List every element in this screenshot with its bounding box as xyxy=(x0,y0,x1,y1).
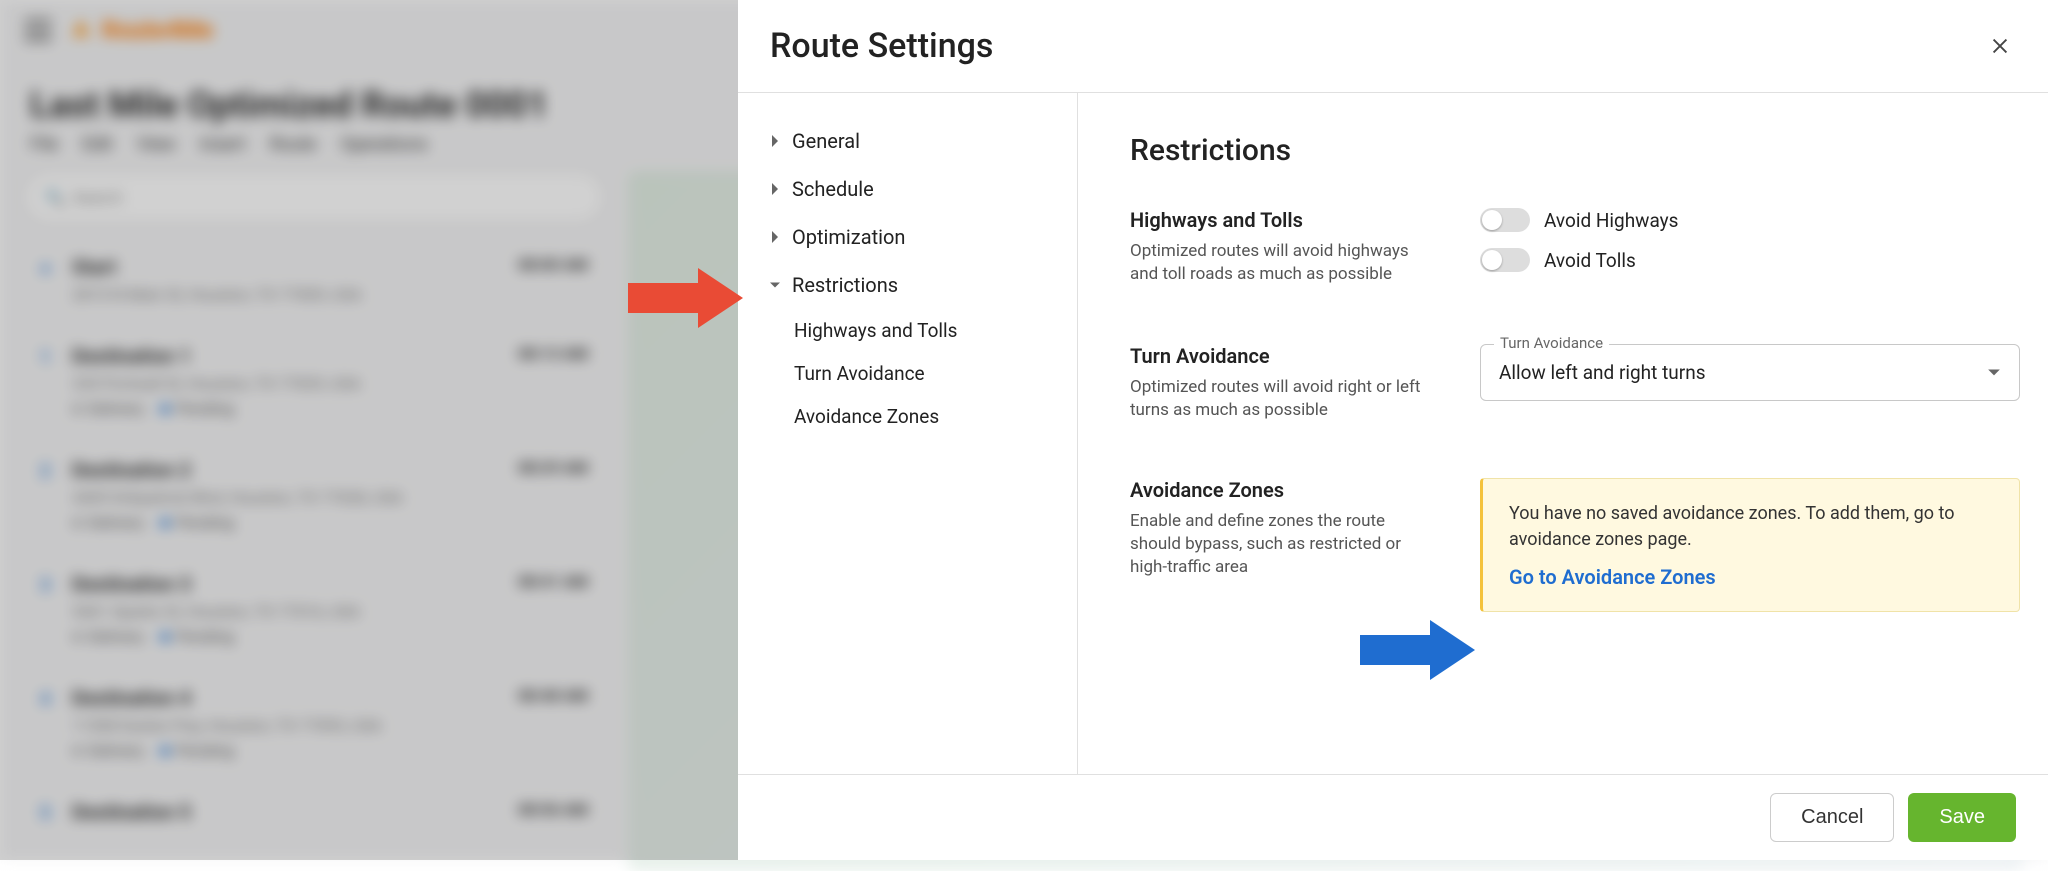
turn-select-value: Allow left and right turns xyxy=(1499,361,1706,384)
highways-title: Highways and Tolls xyxy=(1130,208,1440,232)
turn-desc: Optimized routes will avoid right or lef… xyxy=(1130,376,1440,422)
zones-title: Avoidance Zones xyxy=(1130,478,1440,502)
section-title: Restrictions xyxy=(1130,133,1996,168)
nav-label: General xyxy=(792,129,860,153)
nav-sub-turn[interactable]: Turn Avoidance xyxy=(746,352,1069,395)
nav-label: Schedule xyxy=(792,177,874,201)
chevron-right-icon xyxy=(768,183,782,195)
avoidance-zones-notice: You have no saved avoidance zones. To ad… xyxy=(1480,478,2020,612)
chevron-right-icon xyxy=(768,231,782,243)
nav-sub-zones[interactable]: Avoidance Zones xyxy=(746,395,1069,438)
cancel-button[interactable]: Cancel xyxy=(1770,793,1894,842)
nav-general[interactable]: General xyxy=(746,117,1069,165)
go-to-avoidance-zones-link[interactable]: Go to Avoidance Zones xyxy=(1509,565,1716,589)
settings-nav: General Schedule Optimization Restrictio… xyxy=(738,93,1078,774)
nav-label: Optimization xyxy=(792,225,905,249)
route-settings-modal: Route Settings General Schedule Optimiza… xyxy=(738,0,2048,860)
avoid-highways-toggle[interactable] xyxy=(1480,208,1530,232)
nav-restrictions[interactable]: Restrictions xyxy=(746,261,1069,309)
turn-title: Turn Avoidance xyxy=(1130,344,1440,368)
avoid-highways-label: Avoid Highways xyxy=(1544,209,1678,232)
chevron-down-icon xyxy=(768,279,782,291)
nav-label: Restrictions xyxy=(792,273,898,297)
avoid-tolls-toggle[interactable] xyxy=(1480,248,1530,272)
chevron-right-icon xyxy=(768,135,782,147)
nav-optimization[interactable]: Optimization xyxy=(746,213,1069,261)
avoid-tolls-label: Avoid Tolls xyxy=(1544,249,1636,272)
close-icon[interactable] xyxy=(1984,30,2016,62)
nav-sub-highways[interactable]: Highways and Tolls xyxy=(746,309,1069,352)
save-button[interactable]: Save xyxy=(1908,793,2016,842)
turn-avoidance-select[interactable]: Allow left and right turns xyxy=(1480,344,2020,401)
zones-desc: Enable and define zones the route should… xyxy=(1130,510,1440,579)
chevron-down-icon xyxy=(1987,368,2001,378)
turn-select-legend: Turn Avoidance xyxy=(1494,334,1609,352)
modal-title: Route Settings xyxy=(770,26,993,66)
highways-desc: Optimized routes will avoid highways and… xyxy=(1130,240,1440,286)
notice-text: You have no saved avoidance zones. To ad… xyxy=(1509,501,1993,553)
nav-schedule[interactable]: Schedule xyxy=(746,165,1069,213)
settings-content: Restrictions Highways and Tolls Optimize… xyxy=(1078,93,2048,774)
